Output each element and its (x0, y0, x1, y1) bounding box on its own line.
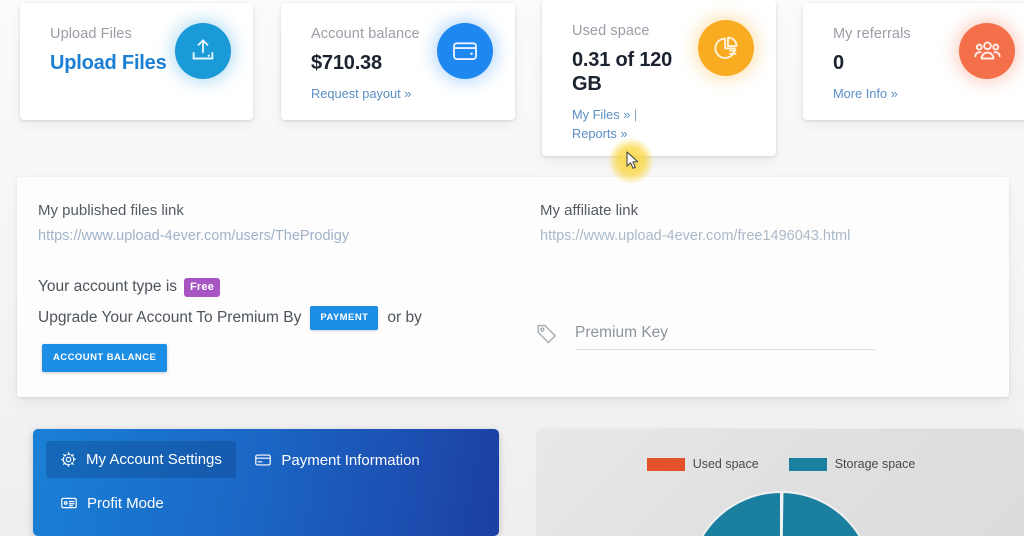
account-type-text: Your account type is (38, 278, 178, 295)
tab-label: My Account Settings (86, 451, 222, 468)
pie-chart-icon (698, 20, 754, 76)
stat-card-value: 0 (833, 52, 844, 74)
settings-tabs-panel: My Account Settings Payment Information (33, 429, 499, 536)
tag-icon (535, 321, 559, 345)
request-payout-link[interactable]: Request payout » (311, 86, 411, 101)
stat-card-used-space[interactable]: Used space 0.31 of 120 GB My Files » | R… (542, 0, 776, 156)
tab-profit-mode[interactable]: Profit Mode (46, 484, 178, 522)
chart-legend: Used space Storage space (538, 457, 1024, 471)
premium-key-row (535, 311, 875, 355)
donut-slice[interactable] (689, 490, 873, 536)
legend-entry-used-space[interactable]: Used space (646, 457, 759, 471)
published-files-url[interactable]: https://www.upload-4ever.com/users/ThePr… (38, 225, 349, 247)
tab-my-account-settings[interactable]: My Account Settings (46, 441, 236, 478)
legend-swatch (646, 457, 685, 471)
legend-label: Used space (692, 457, 759, 471)
users-icon (959, 23, 1015, 79)
link-separator: | (633, 107, 638, 122)
published-files-link-block: My published files link https://www.uplo… (38, 200, 349, 247)
my-files-link[interactable]: My Files » (572, 107, 630, 122)
stat-card-my-referrals[interactable]: My referrals 0 More Info » (803, 3, 1024, 120)
upload-icon (175, 23, 231, 79)
credit-card-icon (254, 451, 272, 469)
id-card-icon (60, 494, 78, 512)
payment-button[interactable]: PAYMENT (310, 306, 379, 330)
tab-label: Profit Mode (87, 494, 164, 512)
stat-card-links: More Info » (833, 84, 1017, 103)
stat-card-value: 0.31 of 120 GB (572, 49, 673, 95)
legend-entry-storage-space[interactable]: Storage space (788, 457, 916, 471)
stat-card-upload-files[interactable]: Upload Files Upload Files (20, 3, 253, 120)
status-badge: Free (184, 277, 221, 297)
premium-key-input[interactable] (575, 316, 875, 350)
stat-cards-row: Upload Files Upload Files Account balanc… (0, 0, 1024, 160)
tab-label: Payment Information (281, 451, 420, 469)
stat-card-value: $710.38 (311, 52, 382, 74)
page-root: Upload Files Upload Files Account balanc… (0, 0, 1024, 536)
account-info-panel: My published files link https://www.uplo… (17, 177, 1009, 521)
upgrade-suffix-text: or by (387, 308, 422, 326)
more-info-link[interactable]: More Info » (833, 86, 898, 101)
tabs-second-row: Profit Mode (46, 484, 499, 522)
affiliate-url[interactable]: https://www.upload-4ever.com/free1496043… (540, 225, 850, 247)
account-type-line: Your account type is Free (38, 276, 221, 298)
stat-card-links: My Files » | Reports » (572, 105, 756, 143)
storage-donut-chart[interactable] (682, 485, 880, 536)
wallet-icon (437, 23, 493, 79)
gear-icon (60, 451, 77, 468)
upgrade-line: Upgrade Your Account To Premium By PAYME… (38, 306, 422, 330)
published-files-label: My published files link (38, 202, 184, 219)
tab-payment-information[interactable]: Payment Information (240, 441, 433, 479)
stat-card-account-balance[interactable]: Account balance $710.38 Request payout » (281, 3, 515, 120)
affiliate-link-block: My affiliate link https://www.upload-4ev… (540, 200, 850, 247)
upgrade-text: Upgrade Your Account To Premium By (38, 308, 302, 326)
account-balance-button[interactable]: ACCOUNT BALANCE (42, 344, 168, 372)
reports-link[interactable]: Reports » (572, 126, 627, 141)
storage-chart-panel: Used space Storage space (538, 429, 1024, 536)
stat-card-links: Request payout » (311, 84, 495, 103)
affiliate-label: My affiliate link (540, 202, 639, 219)
stat-card-value: Upload Files (50, 52, 167, 74)
legend-swatch (788, 457, 827, 471)
legend-label: Storage space (834, 457, 916, 471)
